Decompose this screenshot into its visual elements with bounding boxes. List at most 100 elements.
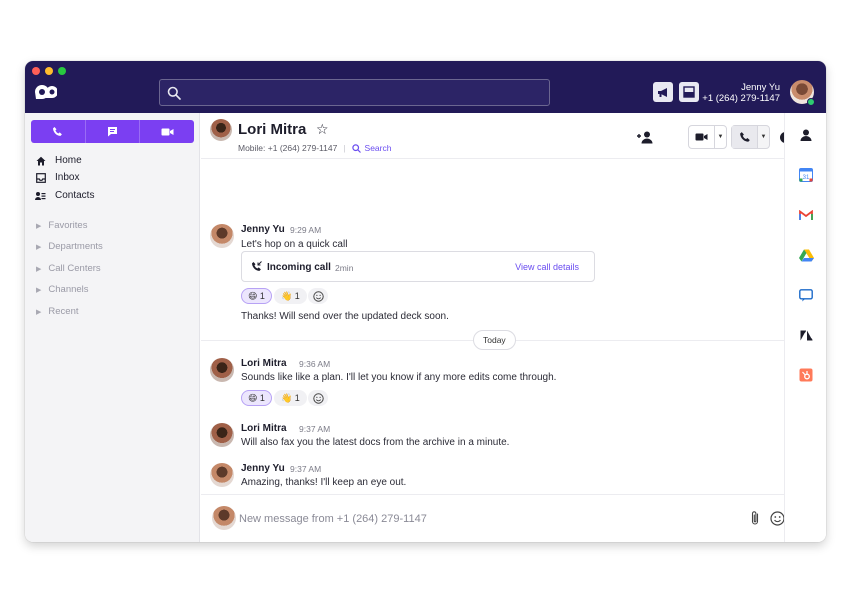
sidebar-section-call-centers[interactable]: ▶ Call Centers (36, 263, 101, 274)
hubspot-button[interactable] (798, 367, 814, 383)
inbox-icon (35, 172, 46, 183)
add-person-button[interactable] (636, 129, 654, 145)
message-text: Amazing, thanks! I'll keep an eye out. (241, 477, 407, 488)
sidebar-item-contacts[interactable]: Contacts (35, 190, 94, 201)
expand-arrow-icon: ▶ (36, 243, 42, 251)
avatar[interactable] (210, 463, 234, 487)
gmail-button[interactable] (798, 207, 814, 223)
current-user-phone: +1 (264) 279-1147 (702, 93, 780, 104)
add-reaction-button[interactable] (308, 288, 328, 304)
sidebar-section-recent[interactable]: ▶ Recent (36, 306, 79, 317)
home-icon (35, 155, 46, 166)
video-call-split-button[interactable]: ▼ (688, 125, 727, 149)
message-input[interactable] (239, 509, 719, 529)
expand-arrow-icon: ▶ (36, 308, 42, 316)
sidebar-item-label: Contacts (55, 190, 95, 201)
svg-text:31: 31 (803, 175, 810, 181)
reaction-count: 1 (259, 393, 265, 403)
contact-mobile: Mobile: +1 (264) 279-1147 (238, 143, 338, 153)
reaction-chip[interactable]: 😄 1 (241, 288, 272, 304)
avatar[interactable] (210, 224, 234, 248)
sidebar-section-channels[interactable]: ▶ Channels (36, 284, 89, 295)
maximize-window-button[interactable] (58, 67, 66, 75)
reaction-chip[interactable]: 😄 1 (241, 390, 272, 406)
message-time: 9:37 AM (290, 464, 322, 474)
voice-call-button[interactable] (732, 126, 758, 148)
sidebar-item-inbox[interactable]: Inbox (35, 172, 79, 183)
video-icon (161, 128, 174, 135)
call-log-card: Incoming call 2min View call details (241, 251, 595, 282)
paperclip-icon (751, 511, 759, 525)
incoming-call-icon (252, 261, 262, 271)
search-link-label: Search (364, 143, 392, 153)
contact-profile-button[interactable] (798, 127, 814, 143)
title-bar: Jenny Yu +1 (264) 279-1147 (25, 61, 826, 113)
voice-call-split-button[interactable]: ▼ (731, 125, 770, 149)
section-label: Channels (48, 284, 89, 295)
message-sender[interactable]: Lori Mitra (241, 358, 287, 369)
current-user-name: Jenny Yu (741, 82, 780, 93)
sidebar-item-home[interactable]: Home (35, 155, 82, 166)
reaction-emoji: 👋 (281, 290, 293, 301)
contact-avatar[interactable] (210, 119, 232, 141)
sidebar-section-departments[interactable]: ▶ Departments (36, 241, 103, 252)
message-sender[interactable]: Jenny Yu (241, 463, 285, 474)
add-reaction-button[interactable] (308, 390, 328, 406)
expand-arrow-icon: ▶ (36, 265, 42, 273)
contact-name[interactable]: Lori Mitra (238, 121, 306, 138)
conversation-panel: Lori Mitra ☆ Mobile: +1 (264) 279-1147 |… (201, 113, 791, 542)
search-conversation-link[interactable]: Search (351, 143, 392, 153)
message-sender[interactable]: Lori Mitra (241, 423, 287, 434)
section-label: Call Centers (48, 263, 101, 274)
sidebar-section-favorites[interactable]: ▶ Favorites (36, 220, 87, 231)
new-call-button[interactable] (31, 120, 86, 143)
search-icon (351, 143, 361, 153)
salesforce-chat-button[interactable] (798, 287, 814, 303)
reaction-chip[interactable]: 👋 1 (274, 390, 307, 406)
megaphone-icon (657, 87, 667, 97)
message-sender[interactable]: Jenny Yu (241, 224, 285, 235)
global-search-input[interactable] (159, 79, 550, 106)
message-composer (201, 494, 785, 542)
zendesk-icon (800, 330, 812, 340)
call-duration: 2min (335, 263, 354, 273)
chat-bubble-icon (799, 288, 813, 301)
attach-file-button[interactable] (749, 510, 761, 526)
message-time: 9:36 AM (299, 359, 331, 369)
video-icon (695, 133, 708, 141)
sidebar: Home Inbox Contacts ▶ Favorites ▶ Depart… (25, 113, 200, 542)
section-label: Recent (48, 306, 79, 317)
sidebar-item-label: Home (55, 155, 82, 166)
zendesk-button[interactable] (798, 327, 814, 343)
close-window-button[interactable] (32, 67, 40, 75)
minimize-window-button[interactable] (45, 67, 53, 75)
notes-button[interactable] (679, 82, 699, 102)
contact-subtitle: Mobile: +1 (264) 279-1147 | Search (238, 143, 391, 153)
google-calendar-button[interactable]: 31 (798, 167, 814, 183)
announcements-button[interactable] (653, 82, 673, 102)
sidebar-item-label: Inbox (55, 172, 80, 183)
online-status-indicator (807, 98, 815, 106)
new-message-button[interactable] (86, 120, 141, 143)
app-window: Jenny Yu +1 (264) 279-1147 Home Inbox Co… (25, 61, 826, 542)
section-label: Departments (48, 241, 103, 252)
avatar[interactable] (210, 423, 234, 447)
reaction-count: 1 (294, 291, 300, 301)
current-user-info[interactable]: Jenny Yu +1 (264) 279-1147 (702, 82, 780, 104)
emoji-picker-button[interactable] (769, 510, 785, 526)
favorite-star-icon[interactable]: ☆ (316, 121, 329, 138)
google-calendar-icon: 31 (799, 168, 813, 182)
video-call-button[interactable] (689, 126, 715, 148)
google-drive-icon (798, 249, 814, 261)
google-drive-button[interactable] (798, 247, 814, 263)
call-title: Incoming call (267, 262, 331, 273)
person-icon (800, 129, 812, 141)
hubspot-icon (799, 368, 813, 382)
chevron-down-icon[interactable]: ▼ (758, 126, 769, 148)
reaction-chip[interactable]: 👋 1 (274, 288, 307, 304)
chevron-down-icon[interactable]: ▼ (715, 126, 726, 148)
phone-icon (739, 132, 750, 142)
avatar[interactable] (210, 358, 234, 382)
new-video-button[interactable] (140, 120, 194, 143)
view-call-details-link[interactable]: View call details (515, 262, 579, 272)
